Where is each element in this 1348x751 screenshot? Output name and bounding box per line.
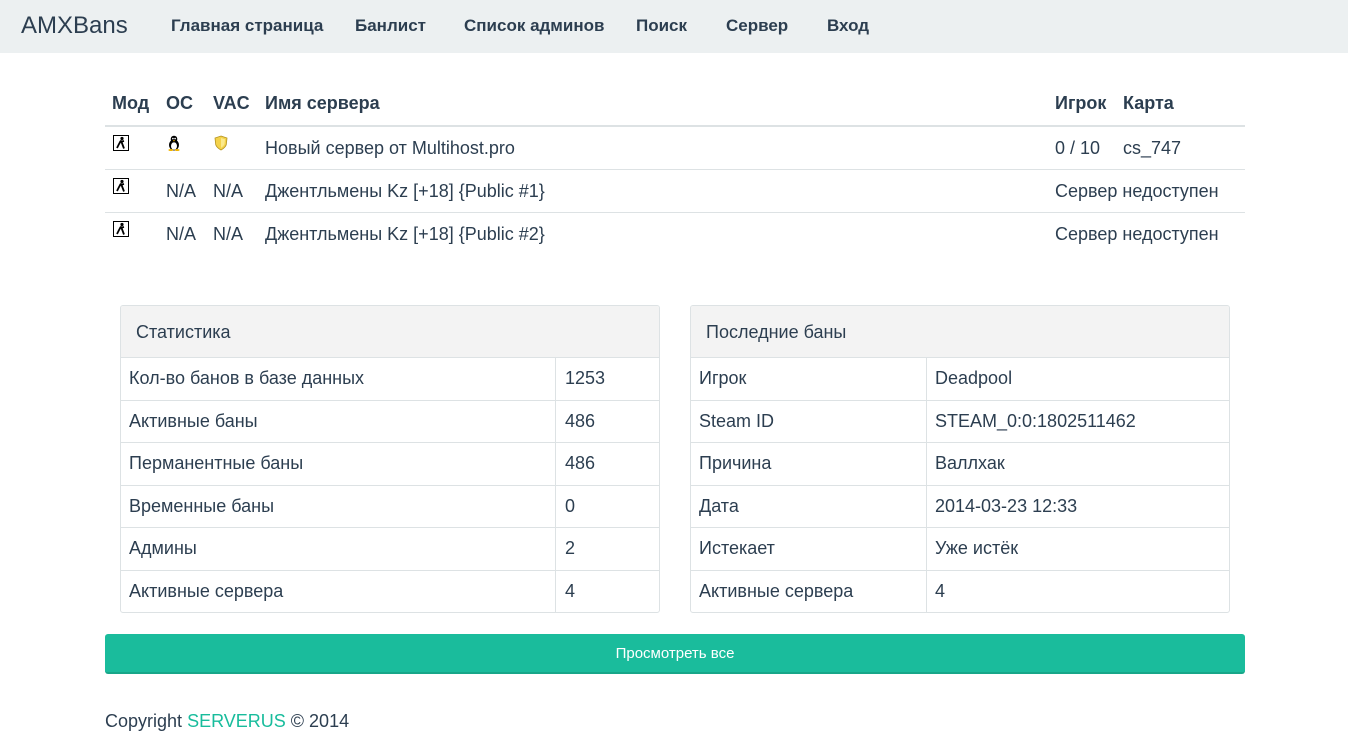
ban-field-label: Активные сервера	[699, 580, 854, 601]
stat-value: 486	[565, 453, 596, 474]
server-table: Мод ОС VAC Имя сервера Игрок Карта Новый…	[105, 83, 1245, 256]
server-table-header: Мод ОС VAC Имя сервера Игрок Карта	[105, 83, 1245, 127]
stat-value: 486	[565, 410, 596, 431]
col-map-header: Карта	[1123, 93, 1174, 113]
cstrike-icon	[113, 221, 129, 237]
ban-field-label: Истекает	[699, 538, 775, 559]
server-name[interactable]: Джентльмены Kz [+18] {Public #1}	[265, 181, 545, 202]
column-divider	[926, 485, 927, 528]
nav-server[interactable]: Сервер	[726, 16, 788, 36]
table-row: Перманентные баны 486	[121, 443, 659, 486]
stat-label: Кол-во банов в базе данных	[129, 368, 365, 388]
stat-label: Активные сервера	[129, 580, 284, 601]
table-row: Временные баны 0	[121, 485, 659, 529]
table-row: Игрок Deadpool	[691, 358, 1229, 401]
server-status: Сервер недоступен	[1055, 181, 1219, 201]
ban-field-label: Steam ID	[699, 410, 775, 431]
col-os-header: ОС	[166, 93, 193, 113]
ban-field-value: 2014-03-23 12:33	[935, 495, 1078, 516]
ban-field-label: Причина	[699, 453, 772, 474]
column-divider	[555, 400, 556, 443]
table-row: Дата 2014-03-23 12:33	[691, 485, 1229, 529]
server-vac: N/A	[213, 181, 244, 201]
table-row: Steam ID STEAM_0:0:1802511462	[691, 400, 1229, 444]
column-divider	[926, 443, 927, 485]
nav-admin-list[interactable]: Список админов	[464, 16, 604, 36]
stat-label: Временные баны	[129, 495, 275, 516]
column-divider	[555, 570, 556, 612]
column-divider	[555, 528, 556, 570]
stat-value: 2	[565, 538, 576, 559]
stat-label: Перманентные баны	[129, 453, 304, 474]
panel-title: Последние баны	[691, 306, 1229, 358]
column-divider	[926, 358, 927, 400]
table-row: Кол-во банов в базе данных 1253	[121, 358, 659, 401]
nav-banlist[interactable]: Банлист	[355, 16, 426, 36]
serverus-link[interactable]: SERVERUS	[187, 711, 286, 731]
stat-value: 1253	[565, 368, 606, 388]
server-name[interactable]: Джентльмены Kz [+18] {Public #2}	[265, 224, 545, 245]
server-os: N/A	[166, 224, 197, 244]
panel-title: Статистика	[121, 306, 659, 358]
col-mod-header: Мод	[112, 93, 150, 113]
brand-logo[interactable]: AMXBans	[21, 12, 128, 40]
column-divider	[555, 443, 556, 485]
stat-value: 4	[565, 580, 576, 601]
server-name[interactable]: Новый сервер от Multihost.pro	[265, 138, 515, 159]
ban-field-value: STEAM_0:0:1802511462	[935, 410, 1136, 431]
stat-label: Админы	[129, 538, 197, 559]
nav-search[interactable]: Поиск	[636, 16, 687, 36]
last-bans-panel: Последние баны Игрок Deadpool Steam ID S…	[690, 305, 1230, 613]
copyright-prefix: Copyright	[105, 711, 183, 731]
table-row: Активные сервера 4	[691, 570, 1229, 612]
column-divider	[555, 358, 556, 400]
column-divider	[926, 570, 927, 612]
col-player-header: Игрок	[1055, 93, 1107, 113]
column-divider	[926, 528, 927, 570]
ban-field-label: Игрок	[699, 368, 747, 388]
copyright-year: © 2014	[290, 711, 350, 731]
table-row: Активные баны 486	[121, 400, 659, 444]
cstrike-icon	[113, 135, 129, 151]
statistics-panel: Статистика Кол-во банов в базе данных 12…	[120, 305, 660, 613]
table-row: Админы 2	[121, 528, 659, 571]
table-row[interactable]: N/A N/A Джентльмены Kz [+18] {Public #2}…	[105, 213, 1245, 256]
column-divider	[555, 485, 556, 528]
server-map: cs_747	[1123, 138, 1182, 158]
server-vac: N/A	[213, 224, 244, 244]
ban-field-value: 4	[935, 580, 946, 601]
server-os: N/A	[166, 181, 197, 201]
col-vac-header: VAC	[213, 93, 250, 113]
linux-tux-icon	[168, 135, 180, 151]
ban-field-value: Валлхак	[935, 453, 1005, 474]
ban-field-label: Дата	[699, 495, 739, 516]
nav-login[interactable]: Вход	[827, 16, 869, 36]
table-row[interactable]: Новый сервер от Multihost.pro 0 / 10 cs_…	[105, 127, 1245, 170]
server-players: 0 / 10	[1055, 138, 1101, 158]
table-row: Истекает Уже истёк	[691, 528, 1229, 571]
table-row: Активные сервера 4	[121, 570, 659, 612]
footer-copyright: Copyright SERVERUS © 2014	[105, 711, 349, 732]
stat-label: Активные баны	[129, 410, 258, 431]
column-divider	[926, 400, 927, 443]
table-row[interactable]: N/A N/A Джентльмены Kz [+18] {Public #1}…	[105, 170, 1245, 213]
ban-field-value: Deadpool	[935, 368, 1013, 388]
nav-home[interactable]: Главная страница	[171, 16, 323, 36]
top-navbar: AMXBans Главная страница Банлист Список …	[0, 0, 1348, 53]
view-all-button[interactable]: Просмотреть все	[105, 634, 1245, 674]
vac-shield-icon	[214, 135, 228, 151]
cstrike-icon	[113, 178, 129, 194]
server-status: Сервер недоступен	[1055, 224, 1219, 244]
ban-field-value: Уже истёк	[935, 538, 1019, 559]
col-name-header: Имя сервера	[265, 93, 380, 113]
stat-value: 0	[565, 495, 576, 516]
table-row: Причина Валлхак	[691, 443, 1229, 486]
